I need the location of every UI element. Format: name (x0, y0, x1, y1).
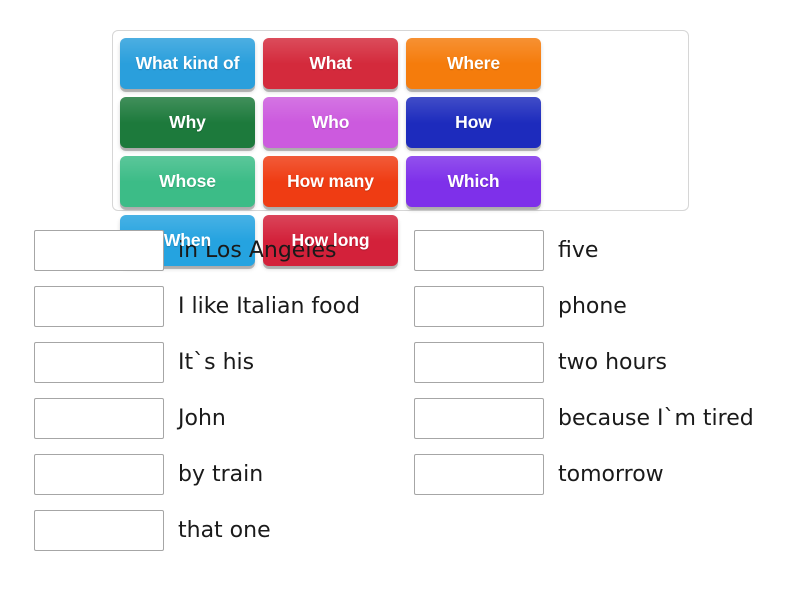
drop-slot[interactable] (414, 341, 544, 383)
word-tile-label: Where (447, 53, 500, 74)
answer-column-right: five phone two hours because I`m tired tomor… (414, 222, 794, 558)
word-tile[interactable]: Whose (120, 156, 255, 207)
drop-slot[interactable] (34, 229, 164, 271)
answer-row: that one (34, 502, 414, 558)
answers-area: in Los Angeles I like Italian food It`s hi… (0, 222, 800, 558)
word-tile[interactable]: Who (263, 97, 398, 148)
answer-row: tomorrow (414, 446, 794, 502)
answer-text: tomorrow (558, 461, 664, 487)
word-tile[interactable]: Why (120, 97, 255, 148)
word-tile-label: Whose (159, 171, 216, 192)
word-tile[interactable]: How (406, 97, 541, 148)
drop-slot[interactable] (414, 229, 544, 271)
word-tile[interactable]: Where (406, 38, 541, 89)
word-tile-label: Who (311, 112, 350, 133)
drop-slot[interactable] (414, 397, 544, 439)
answer-row: phone (414, 278, 794, 334)
word-tile-label: Which (447, 171, 500, 192)
word-tile-label: What (309, 53, 352, 74)
drop-slot[interactable] (34, 509, 164, 551)
word-tile-label: How many (287, 171, 374, 192)
answer-row: John (34, 390, 414, 446)
answer-text: It`s his (178, 349, 255, 375)
answer-text: five (558, 237, 599, 263)
answer-column-left: in Los Angeles I like Italian food It`s hi… (34, 222, 414, 558)
answer-row: two hours (414, 334, 794, 390)
word-tile-label: When (163, 230, 212, 251)
word-tile-label: How (455, 112, 492, 133)
word-tile-label: How long (291, 230, 370, 251)
word-tile-label: Why (169, 112, 206, 133)
drop-slot[interactable] (34, 285, 164, 327)
answer-row: by train (34, 446, 414, 502)
answer-text: because I`m tired (558, 405, 754, 431)
answer-row: because I`m tired (414, 390, 794, 446)
word-tile[interactable]: What kind of (120, 38, 255, 89)
answer-text: that one (178, 517, 271, 543)
answer-row: I like Italian food (34, 278, 414, 334)
word-tile-label: What kind of (135, 53, 240, 74)
answer-text: by train (178, 461, 264, 487)
drop-slot[interactable] (34, 341, 164, 383)
answer-row: It`s his (34, 334, 414, 390)
word-tile[interactable]: Which (406, 156, 541, 207)
answer-row: five (414, 222, 794, 278)
answer-text: phone (558, 293, 627, 319)
drop-slot[interactable] (34, 453, 164, 495)
word-tile[interactable]: How many (263, 156, 398, 207)
word-tile[interactable]: What (263, 38, 398, 89)
tile-bank: What kind of What Where Why Who How Whose How m… (112, 30, 689, 266)
drop-slot[interactable] (34, 397, 164, 439)
answer-text: I like Italian food (178, 293, 361, 319)
drop-slot[interactable] (414, 285, 544, 327)
answer-text: two hours (558, 349, 667, 375)
drop-slot[interactable] (414, 453, 544, 495)
answer-text: John (178, 405, 226, 431)
